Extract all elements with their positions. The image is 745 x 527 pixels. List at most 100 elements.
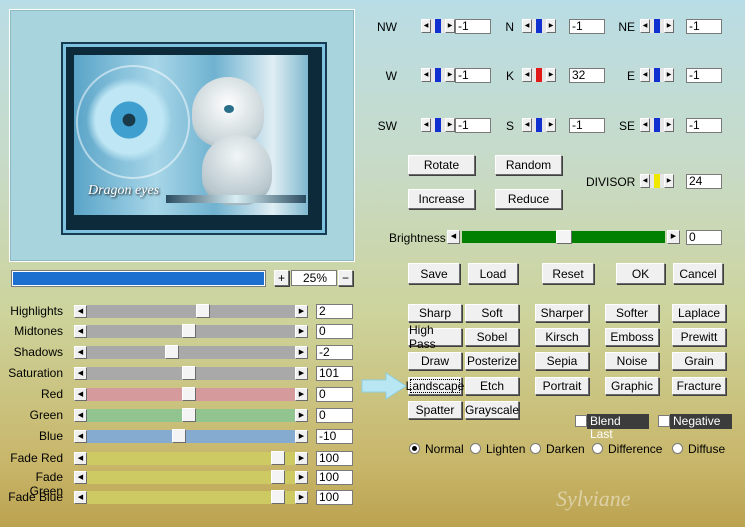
matrix-ne-spinner[interactable]: ◀ ▶ [640,19,674,33]
preset-posterize-button[interactable]: Posterize [465,352,519,370]
negative-checkbox[interactable] [658,415,670,427]
saturation-thumb[interactable] [182,366,196,380]
arrow-right-icon[interactable]: ▶ [667,230,680,244]
highlights-slider[interactable]: ◀ ▶ [74,304,308,318]
matrix-e-spinner[interactable]: ◀ ▶ [640,68,674,82]
arrow-right-icon[interactable]: ▶ [664,68,674,82]
arrow-left-icon[interactable]: ◀ [421,19,431,33]
blend-difference-radio[interactable] [592,443,603,454]
arrow-left-icon[interactable]: ◀ [74,388,87,401]
matrix-s-field[interactable]: -1 [569,118,605,133]
arrow-left-icon[interactable]: ◀ [74,367,87,380]
brightness-thumb[interactable] [556,230,572,244]
matrix-n-spinner[interactable]: ◀ ▶ [522,19,556,33]
ok-button[interactable]: OK [616,263,665,284]
preset-sharp-button[interactable]: Sharp [408,304,462,322]
red-thumb[interactable] [182,387,196,401]
green-slider[interactable]: ◀ ▶ [74,408,308,422]
matrix-n-field[interactable]: -1 [569,19,605,34]
arrow-left-icon[interactable]: ◀ [74,346,87,359]
arrow-left-icon[interactable]: ◀ [640,19,650,33]
preset-graphic-button[interactable]: Graphic [605,377,659,395]
matrix-nw-spinner[interactable]: ◀ ▶ [421,19,455,33]
preset-softer-button[interactable]: Softer [605,304,659,322]
green-field[interactable]: 0 [316,408,353,423]
fade-blue-thumb[interactable] [271,490,285,504]
arrow-left-icon[interactable]: ◀ [74,409,87,422]
preset-noise-button[interactable]: Noise [605,352,659,370]
green-thumb[interactable] [182,408,196,422]
arrow-right-icon[interactable]: ▶ [295,388,308,401]
fade-green-track[interactable] [87,470,295,484]
blue-field[interactable]: -10 [316,429,353,444]
arrow-left-icon[interactable]: ◀ [74,325,87,338]
fade-red-thumb[interactable] [271,451,285,465]
arrow-left-icon[interactable]: ◀ [74,305,87,318]
arrow-right-icon[interactable]: ▶ [664,174,674,188]
blend-diffuse-radio[interactable] [672,443,683,454]
arrow-left-icon[interactable]: ◀ [74,491,87,504]
blend-lighten-radio[interactable] [470,443,481,454]
brightness-slider[interactable]: ◀ ▶ [447,230,680,244]
midtones-track[interactable] [87,324,295,338]
midtones-field[interactable]: 0 [316,324,353,339]
preset-landscape-button[interactable]: Landscape [406,377,464,395]
preset-soft-button[interactable]: Soft [465,304,519,322]
arrow-right-icon[interactable]: ▶ [295,491,308,504]
shadows-field[interactable]: -2 [316,345,353,360]
highlights-track[interactable] [87,304,295,318]
arrow-right-icon[interactable]: ▶ [295,305,308,318]
arrow-right-icon[interactable]: ▶ [546,118,556,132]
shadows-thumb[interactable] [165,345,179,359]
saturation-slider[interactable]: ◀ ▶ [74,366,308,380]
red-field[interactable]: 0 [316,387,353,402]
highlights-field[interactable]: 2 [316,304,353,319]
blue-thumb[interactable] [172,429,186,443]
increase-button[interactable]: Increase [408,189,475,209]
fade-green-field[interactable]: 100 [316,470,353,485]
preset-sepia-button[interactable]: Sepia [535,352,589,370]
matrix-se-spinner[interactable]: ◀ ▶ [640,118,674,132]
preset-fracture-button[interactable]: Fracture [672,377,726,395]
shadows-slider[interactable]: ◀ ▶ [74,345,308,359]
preset-kirsch-button[interactable]: Kirsch [535,328,589,346]
blue-track[interactable] [87,429,295,443]
matrix-nw-field[interactable]: -1 [455,19,491,34]
brightness-field[interactable]: 0 [686,230,722,245]
preset-grayscale-button[interactable]: Grayscale [465,401,519,419]
fade-red-track[interactable] [87,451,295,465]
arrow-right-icon[interactable]: ▶ [445,68,455,82]
arrow-right-icon[interactable]: ▶ [295,430,308,443]
arrow-left-icon[interactable]: ◀ [522,118,532,132]
divisor-field[interactable]: 24 [686,174,722,189]
arrow-right-icon[interactable]: ▶ [295,346,308,359]
fade-blue-field[interactable]: 100 [316,490,353,505]
arrow-right-icon[interactable]: ▶ [445,19,455,33]
arrow-right-icon[interactable]: ▶ [664,19,674,33]
random-button[interactable]: Random [495,155,562,175]
preset-emboss-button[interactable]: Emboss [605,328,659,346]
rotate-button[interactable]: Rotate [408,155,475,175]
matrix-se-field[interactable]: -1 [686,118,722,133]
saturation-field[interactable]: 101 [316,366,353,381]
preset-prewitt-button[interactable]: Prewitt [672,328,726,346]
matrix-sw-field[interactable]: -1 [455,118,491,133]
arrow-left-icon[interactable]: ◀ [522,68,532,82]
red-slider[interactable]: ◀ ▶ [74,387,308,401]
arrow-left-icon[interactable]: ◀ [74,430,87,443]
reset-button[interactable]: Reset [542,263,594,284]
matrix-w-field[interactable]: -1 [455,68,491,83]
save-button[interactable]: Save [408,263,460,284]
arrow-right-icon[interactable]: ▶ [546,68,556,82]
midtones-thumb[interactable] [182,324,196,338]
fade-red-field[interactable]: 100 [316,451,353,466]
saturation-track[interactable] [87,366,295,380]
arrow-right-icon[interactable]: ▶ [295,325,308,338]
matrix-k-field[interactable]: 32 [569,68,605,83]
preset-draw-button[interactable]: Draw [408,352,462,370]
arrow-left-icon[interactable]: ◀ [640,174,650,188]
matrix-s-spinner[interactable]: ◀ ▶ [522,118,556,132]
arrow-right-icon[interactable]: ▶ [295,452,308,465]
divisor-spinner[interactable]: ◀ ▶ [640,174,674,188]
highlights-thumb[interactable] [196,304,210,318]
